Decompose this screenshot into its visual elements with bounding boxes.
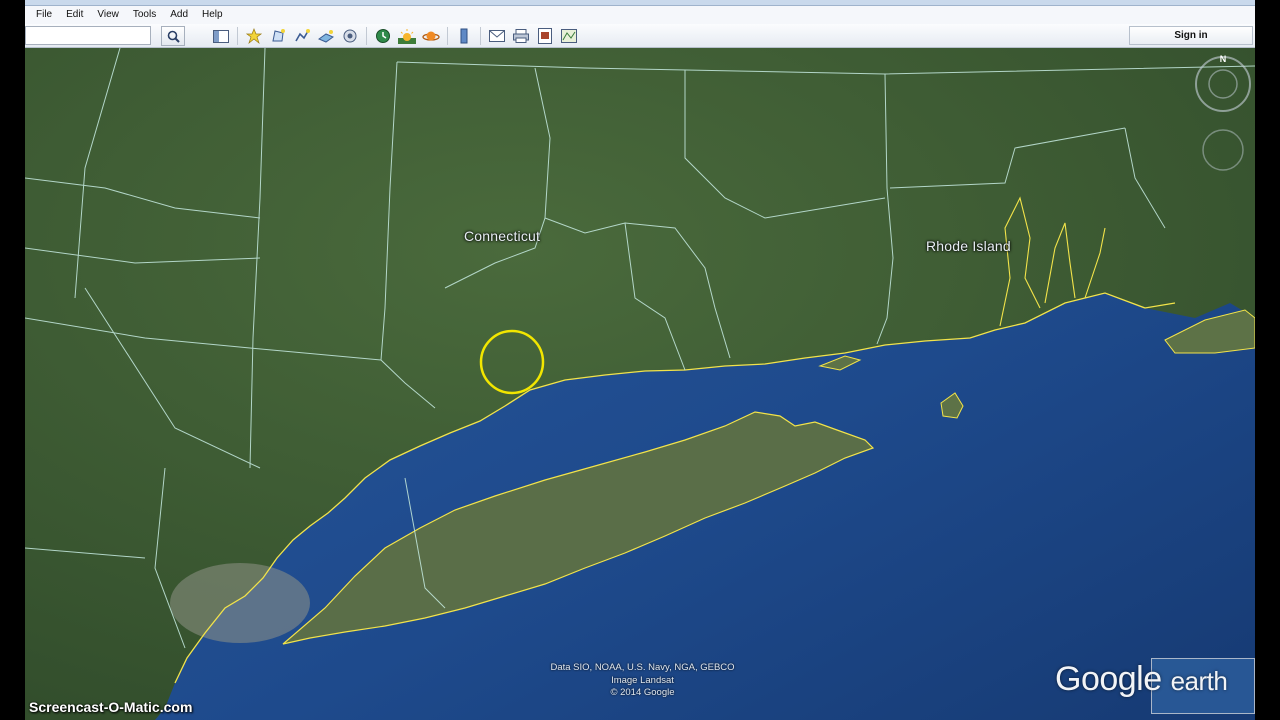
- email-icon: [489, 30, 505, 42]
- toolbar-separator: [237, 27, 238, 45]
- save-image-icon: [538, 28, 552, 44]
- save-image-button[interactable]: [533, 26, 557, 46]
- planets-button[interactable]: [419, 26, 443, 46]
- compass-north: N: [1220, 54, 1227, 64]
- print-button[interactable]: [509, 26, 533, 46]
- sidebar-button[interactable]: [209, 26, 233, 46]
- print-icon: [513, 29, 529, 43]
- toolbar: Sign in: [25, 24, 1255, 48]
- menu-edit[interactable]: Edit: [59, 6, 90, 24]
- toolbar-separator: [366, 27, 367, 45]
- label-connecticut: Connecticut: [464, 228, 541, 244]
- sunlight-icon: [398, 29, 416, 44]
- sunlight-button[interactable]: [395, 26, 419, 46]
- search-icon: [167, 30, 180, 43]
- view-in-maps-icon: [561, 29, 577, 43]
- add-placemark-button[interactable]: [242, 26, 266, 46]
- map-view[interactable]: Connecticut Rhode Island Data SIO, NOAA,…: [25, 48, 1255, 720]
- historical-imagery-icon: [376, 29, 390, 43]
- search-button[interactable]: [161, 26, 185, 46]
- record-tour-icon: [343, 29, 357, 43]
- navigation-controls[interactable]: N: [1191, 52, 1255, 192]
- menu-add[interactable]: Add: [163, 6, 195, 24]
- logo-earth-text: earth: [1170, 666, 1228, 696]
- email-button[interactable]: [485, 26, 509, 46]
- urban-area: [170, 563, 310, 643]
- ruler-button[interactable]: [452, 26, 476, 46]
- screencast-watermark: Screencast-O-Matic.com: [29, 699, 193, 715]
- menu-view[interactable]: View: [90, 6, 126, 24]
- placemark-icon: [246, 28, 262, 44]
- sign-in-button[interactable]: Sign in: [1129, 26, 1253, 45]
- ruler-icon: [460, 28, 468, 44]
- polygon-icon: [272, 29, 285, 42]
- path-icon: [295, 29, 310, 42]
- label-rhode-island: Rhode Island: [926, 238, 1011, 254]
- map-imagery: [25, 48, 1255, 720]
- toolbar-separator: [480, 27, 481, 45]
- pan-control[interactable]: [1202, 129, 1244, 171]
- logo-google-text: Google: [1055, 660, 1162, 698]
- attribution-data: Data SIO, NOAA, U.S. Navy, NGA, GEBCO: [550, 662, 735, 673]
- menu-bar: File Edit View Tools Add Help: [25, 6, 1255, 24]
- sidebar-icon: [213, 29, 229, 43]
- google-earth-window: File Edit View Tools Add Help Sign in Co…: [25, 0, 1255, 720]
- add-image-overlay-button[interactable]: [314, 26, 338, 46]
- toolbar-buttons: [209, 26, 581, 46]
- toolbar-separator: [447, 27, 448, 45]
- attribution-image: Image Landsat: [611, 674, 674, 686]
- google-earth-logo: Google earth: [1055, 660, 1228, 699]
- historical-imagery-button[interactable]: [371, 26, 395, 46]
- menu-file[interactable]: File: [29, 6, 59, 24]
- search-input[interactable]: [25, 26, 151, 45]
- add-polygon-button[interactable]: [266, 26, 290, 46]
- record-tour-button[interactable]: [338, 26, 362, 46]
- menu-help[interactable]: Help: [195, 6, 230, 24]
- compass-ring[interactable]: [1195, 56, 1251, 112]
- view-in-maps-button[interactable]: [557, 26, 581, 46]
- add-path-button[interactable]: [290, 26, 314, 46]
- map-attribution: Data SIO, NOAA, U.S. Navy, NGA, GEBCO Im…: [515, 662, 770, 700]
- attribution-copyright: © 2014 Google: [610, 687, 675, 698]
- menu-tools[interactable]: Tools: [126, 6, 163, 24]
- image-overlay-icon: [318, 30, 334, 43]
- planets-icon: [422, 31, 440, 41]
